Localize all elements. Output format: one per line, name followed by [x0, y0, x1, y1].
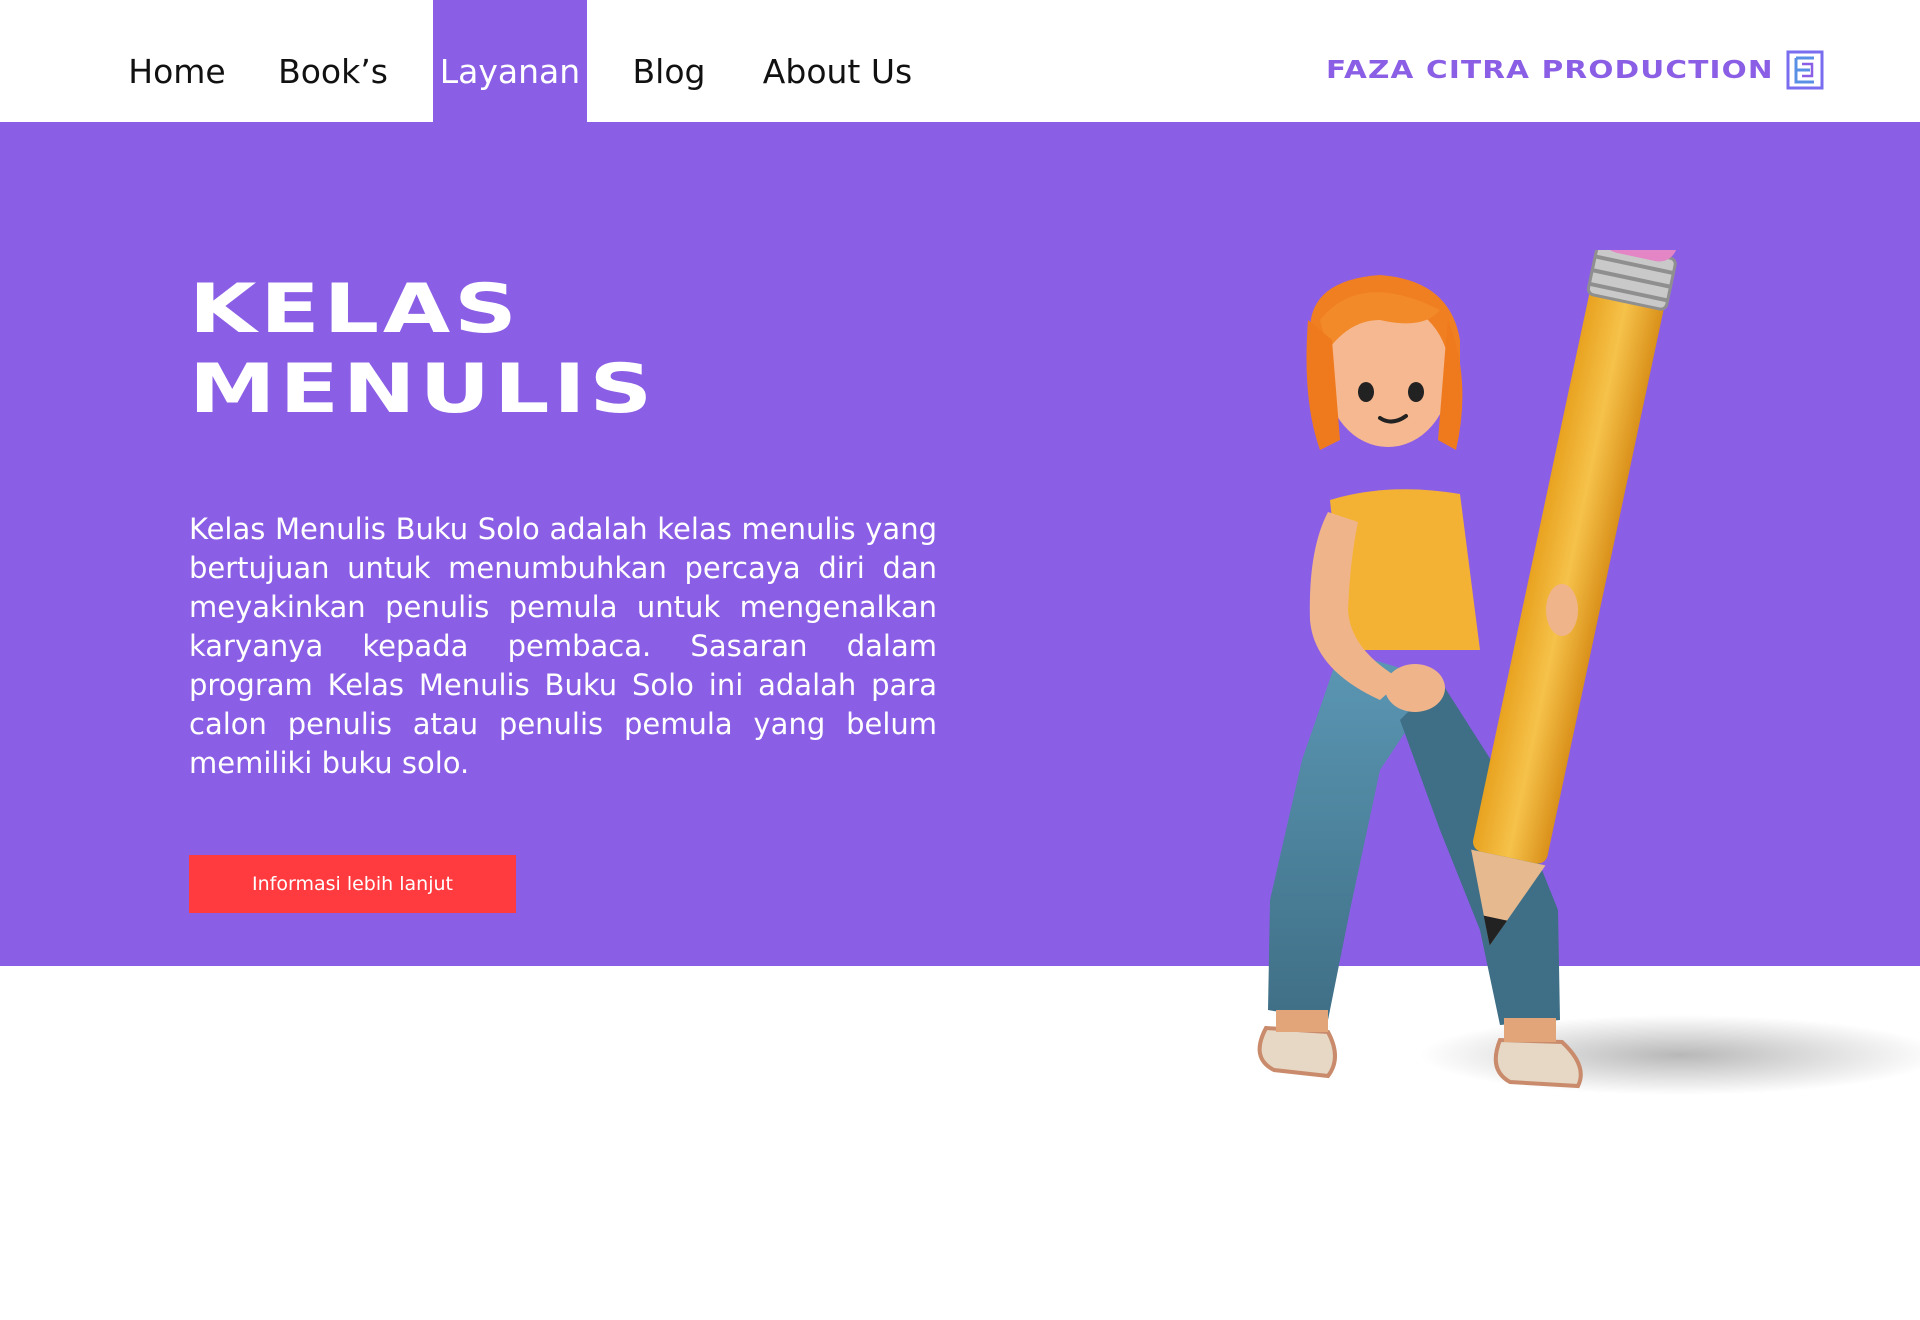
nav-blog[interactable]: Blog: [622, 0, 716, 122]
girl-holding-pencil-illustration: [1257, 250, 1920, 1095]
title-line-2: MENULIS: [189, 350, 657, 429]
nav-layanan[interactable]: Layanan: [433, 0, 587, 122]
nav-home[interactable]: Home: [116, 0, 238, 122]
hero-description: Kelas Menulis Buku Solo adalah kelas men…: [189, 512, 937, 780]
more-info-button[interactable]: Informasi lebih lanjut: [189, 855, 516, 913]
girl-hand: [1385, 664, 1445, 712]
girl-head: [1306, 275, 1463, 450]
page-title: KELAS MENULIS: [189, 270, 983, 430]
fcp-logo-icon[interactable]: [1786, 50, 1824, 90]
girl-shirt: [1330, 489, 1480, 650]
nav-about-us[interactable]: About Us: [756, 0, 919, 122]
top-navigation: Home Book’s Layanan Blog About Us FAZA C…: [0, 0, 1920, 122]
title-line-1: KELAS: [189, 270, 521, 349]
brand-name[interactable]: FAZA CITRA PRODUCTION: [1326, 52, 1774, 88]
girl-hand-right: [1546, 584, 1578, 636]
nav-books[interactable]: Book’s: [268, 0, 398, 122]
